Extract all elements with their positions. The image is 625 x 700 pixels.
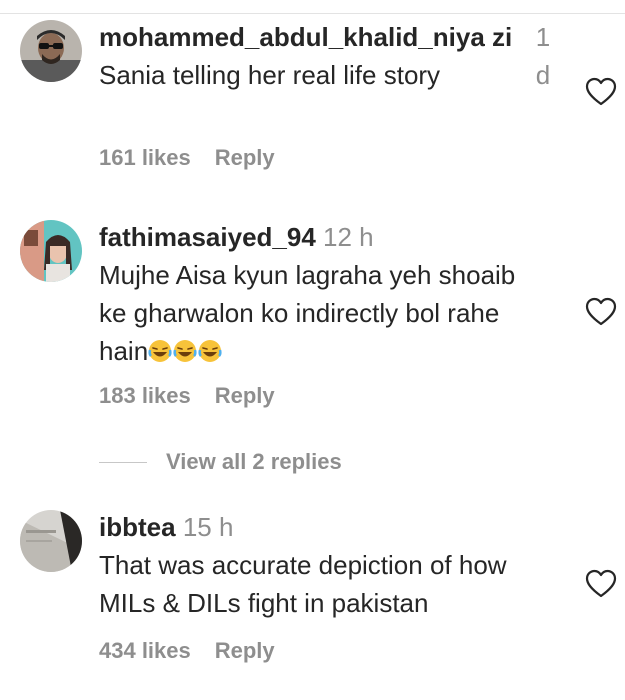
replies-divider bbox=[99, 461, 147, 463]
timestamp: 15 h bbox=[182, 512, 234, 542]
comment-meta: 183 likes Reply bbox=[99, 383, 299, 409]
username[interactable]: ibbtea bbox=[99, 512, 176, 542]
comment-meta: 434 likes Reply bbox=[99, 638, 299, 664]
reply-button[interactable]: Reply bbox=[215, 638, 275, 663]
heart-icon[interactable] bbox=[585, 77, 617, 107]
reply-button[interactable]: Reply bbox=[215, 145, 275, 170]
timestamp: 1d bbox=[535, 22, 551, 90]
likes-count[interactable]: 434 likes bbox=[99, 638, 191, 663]
view-replies-button[interactable]: View all 2 replies bbox=[166, 449, 342, 475]
reply-button[interactable]: Reply bbox=[215, 383, 275, 408]
view-replies-row[interactable]: View all 2 replies bbox=[99, 445, 342, 479]
username[interactable]: fathimasaiyed_94 bbox=[99, 222, 316, 252]
comment-text: Sania telling her real life story bbox=[99, 60, 441, 90]
comment-body: fathimasaiyed_94 12 h Mujhe Aisa kyun la… bbox=[99, 218, 539, 370]
username[interactable]: mohammed_abdul_khalid_niya zi bbox=[99, 22, 512, 52]
heart-icon[interactable] bbox=[585, 569, 617, 599]
avatar[interactable] bbox=[20, 20, 82, 82]
comment-body: ibbtea 15 h That was accurate depiction … bbox=[99, 508, 539, 622]
timestamp: 12 h bbox=[323, 222, 374, 252]
laughing-emoji bbox=[148, 336, 223, 366]
avatar[interactable] bbox=[20, 510, 82, 572]
likes-count[interactable]: 161 likes bbox=[99, 145, 191, 170]
comment-meta: 161 likes Reply bbox=[99, 145, 299, 171]
heart-icon[interactable] bbox=[585, 297, 617, 327]
comment-text: Mujhe Aisa kyun lagraha yeh shoaib ke gh… bbox=[99, 256, 539, 370]
likes-count[interactable]: 183 likes bbox=[99, 383, 191, 408]
comment-body: mohammed_abdul_khalid_niya zi Sania tell… bbox=[99, 18, 539, 94]
avatar[interactable] bbox=[20, 220, 82, 282]
top-divider bbox=[0, 0, 625, 14]
comment-text: That was accurate depiction of how MILs … bbox=[99, 550, 507, 618]
